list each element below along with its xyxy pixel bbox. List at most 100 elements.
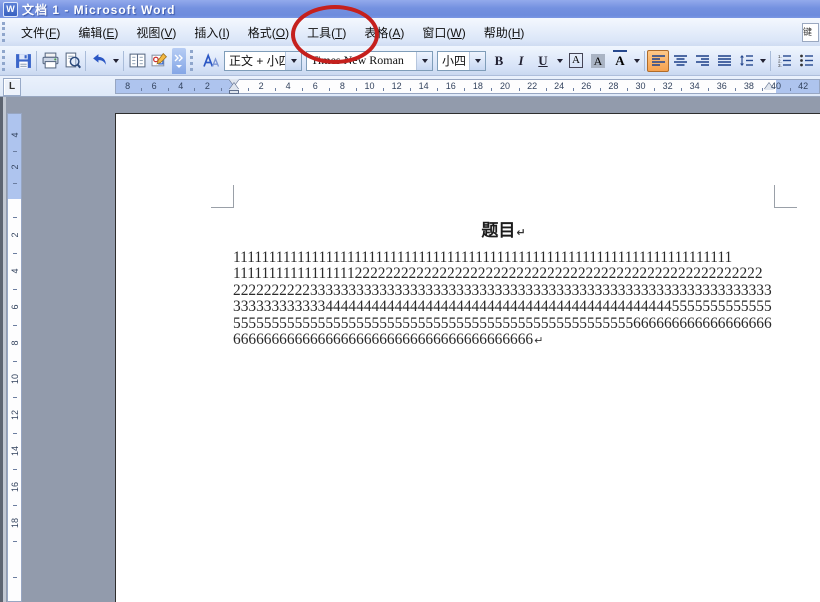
character-border-button[interactable]: A xyxy=(565,50,587,72)
left-indent-marker[interactable] xyxy=(229,90,239,94)
ruler-number: 26 xyxy=(581,81,591,92)
ruler-tick xyxy=(654,88,655,91)
ruler-tick xyxy=(410,88,411,91)
ruler-number: 32 xyxy=(663,81,673,92)
bold-icon: B xyxy=(495,53,504,69)
style-dropdown-caret[interactable] xyxy=(285,52,301,70)
menu-item-format[interactable]: 格式(O) xyxy=(239,20,298,45)
ruler-tick xyxy=(221,88,222,91)
undo-dropdown-caret[interactable] xyxy=(110,50,121,72)
menu-item-edit[interactable]: 编辑(E) xyxy=(69,20,127,45)
ruler-number: 2 xyxy=(205,81,210,92)
ruler-number: 4 xyxy=(10,132,20,137)
document-page[interactable] xyxy=(115,113,820,602)
ruler-number: 6 xyxy=(313,81,318,92)
undo-button[interactable] xyxy=(88,50,110,72)
ruler-number: 4 xyxy=(178,81,183,92)
align-center-button[interactable] xyxy=(669,50,691,72)
text-boundary-mark-left-horizontal xyxy=(211,207,234,208)
numbering-button[interactable]: 1.2.3. xyxy=(773,50,795,72)
document-workspace: 4224681012141618 题目↵ 1111111111111111111… xyxy=(0,97,820,602)
toolbar-grip-handle[interactable] xyxy=(2,50,10,70)
ruler-tick xyxy=(681,88,682,91)
horizontal-ruler[interactable]: 8642246810121416182022242628303234363840… xyxy=(115,79,820,94)
print-preview-button[interactable] xyxy=(61,50,83,72)
window-left-edge-highlight xyxy=(3,97,6,602)
ruler-number: 12 xyxy=(10,410,20,420)
bullets-button[interactable] xyxy=(795,50,817,72)
formatting-toolbar-grip-handle[interactable] xyxy=(190,50,198,70)
document-text-line: 5555555555555555555555555555555555555555… xyxy=(233,316,778,332)
ruler-number: 2 xyxy=(10,164,20,169)
styles-icon xyxy=(202,52,220,69)
menu-item-view[interactable]: 视图(V) xyxy=(127,20,185,45)
character-scale-dropdown-caret[interactable] xyxy=(631,50,642,72)
ruler-number: 20 xyxy=(500,81,510,92)
styles-and-formatting-button[interactable] xyxy=(200,50,222,72)
vertical-ruler[interactable]: 4224681012141618 xyxy=(7,113,22,602)
align-left-button[interactable] xyxy=(647,50,669,72)
undo-icon xyxy=(91,52,108,69)
ruler-number: 8 xyxy=(340,81,345,92)
document-body-text[interactable]: 1111111111111111111111111111111111111111… xyxy=(233,250,778,348)
bold-button[interactable]: B xyxy=(488,50,510,72)
font-combobox[interactable]: Times New Roman xyxy=(306,51,433,71)
menubar-grip-handle[interactable] xyxy=(2,22,10,42)
columns-button[interactable] xyxy=(126,50,148,72)
ruler-tick xyxy=(275,88,276,91)
distribute-justify-button[interactable] xyxy=(713,50,735,72)
underline-dropdown-caret[interactable] xyxy=(554,50,565,72)
line-spacing-button[interactable] xyxy=(735,50,757,72)
print-button[interactable] xyxy=(39,50,61,72)
ruler-number: 18 xyxy=(10,518,20,528)
menu-item-tools[interactable]: 工具(T) xyxy=(298,20,355,45)
ruler-number: 16 xyxy=(446,81,456,92)
ruler-number: 38 xyxy=(744,81,754,92)
toolbar-options-button[interactable] xyxy=(172,48,186,74)
ruler-number: 24 xyxy=(554,81,564,92)
ruler-tick xyxy=(13,397,17,398)
menu-item-file[interactable]: 文件(F) xyxy=(12,20,69,45)
text-boundary-mark-right-horizontal xyxy=(774,207,797,208)
ruler-tick xyxy=(790,88,791,91)
ruler-number: 10 xyxy=(364,81,374,92)
hanging-indent-marker[interactable] xyxy=(229,83,239,90)
font-size-combobox[interactable]: 小四 xyxy=(437,51,486,71)
italic-button[interactable]: I xyxy=(510,50,532,72)
document-text-line: 666666666666666666666666666666666666666↵ xyxy=(233,332,778,348)
underline-button[interactable]: U xyxy=(532,50,554,72)
ruler-number: 14 xyxy=(10,446,20,456)
menu-item-insert[interactable]: 插入(I) xyxy=(185,20,238,45)
ruler-number: 22 xyxy=(527,81,537,92)
character-shading-icon: A xyxy=(591,54,606,68)
toolbar-separator xyxy=(85,51,86,71)
ruler-number: 4 xyxy=(10,268,20,273)
save-button[interactable] xyxy=(12,50,34,72)
font-size-dropdown-caret[interactable] xyxy=(469,52,485,70)
columns-icon xyxy=(129,52,146,69)
character-scale-icon: A xyxy=(615,53,624,69)
line-spacing-dropdown-caret[interactable] xyxy=(757,50,768,72)
line-spacing-icon xyxy=(739,54,754,67)
document-text-line: 2222222222333333333333333333333333333333… xyxy=(233,283,778,299)
underline-icon: U xyxy=(538,53,547,69)
toolbar-separator xyxy=(123,51,124,71)
style-combobox[interactable]: 正文 + 小四 xyxy=(224,51,302,71)
ruler-tick xyxy=(464,88,465,91)
help-question-box[interactable]: 键 xyxy=(802,23,819,42)
align-center-icon xyxy=(673,54,688,67)
character-scale-button[interactable]: A xyxy=(609,50,631,72)
menu-item-help[interactable]: 帮助(H) xyxy=(475,20,534,45)
character-shading-button[interactable]: A xyxy=(587,50,609,72)
ruler-tick xyxy=(168,88,169,91)
text-boundary-mark-left-vertical xyxy=(233,185,234,208)
align-right-button[interactable] xyxy=(691,50,713,72)
drawing-button[interactable] xyxy=(148,50,170,72)
menu-item-window[interactable]: 窗口(W) xyxy=(413,20,474,45)
menu-item-table[interactable]: 表格(A) xyxy=(355,20,413,45)
ruler-number: 12 xyxy=(392,81,402,92)
font-dropdown-caret[interactable] xyxy=(416,52,432,70)
ruler-tick xyxy=(329,88,330,91)
tab-selector-button[interactable]: L xyxy=(3,78,21,96)
ruler-tick xyxy=(13,183,17,184)
